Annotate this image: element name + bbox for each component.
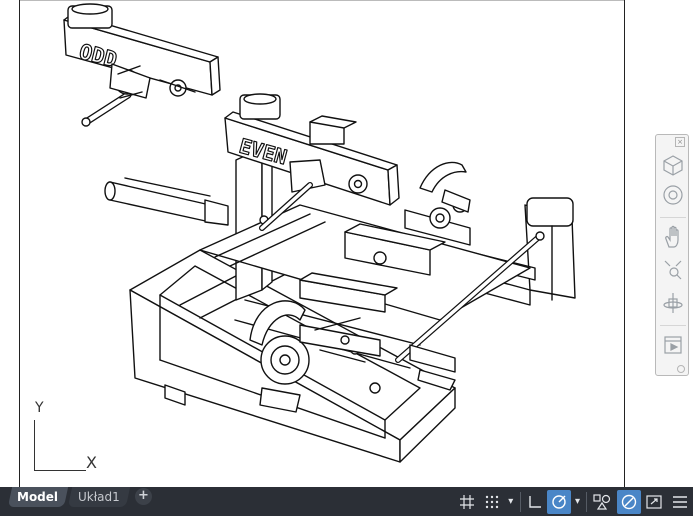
right-toggle-clamp [404, 161, 471, 246]
polar-dropdown[interactable]: ▾ [571, 490, 585, 514]
grid-toggle-button[interactable] [454, 490, 480, 514]
navigation-bar[interactable]: × [655, 134, 689, 376]
grid-icon [459, 494, 474, 509]
tab-layout1[interactable]: Układ1 [67, 487, 131, 507]
ucs-icon: Y X [30, 400, 110, 476]
snap-icon [485, 495, 499, 508]
ucs-x-label: X [86, 453, 97, 472]
isolate-objects-button[interactable] [617, 489, 642, 514]
add-layout-button[interactable]: + [135, 488, 152, 505]
snap-toggle-button[interactable] [480, 490, 504, 514]
model-space-canvas[interactable]: ODD EVEN Y X × [0, 0, 693, 487]
status-bar: Model Układ1 + ▾ ▾ [0, 487, 693, 516]
ucs-y-label: Y [35, 400, 44, 416]
zoom-icon[interactable] [660, 255, 686, 283]
status-tools: ▾ ▾ [454, 487, 693, 516]
snap-dropdown[interactable]: ▾ [504, 490, 518, 514]
isolate-icon [622, 494, 637, 509]
annotation-scale-button[interactable] [589, 490, 615, 514]
polar-icon [551, 494, 566, 509]
ucs-x-axis [34, 470, 86, 471]
navbar-separator [660, 217, 686, 218]
pan-icon[interactable] [660, 223, 686, 251]
tab-layout1-label: Układ1 [78, 490, 120, 504]
ortho-icon [528, 495, 541, 508]
viewcube-icon[interactable] [660, 151, 686, 179]
orbit-icon[interactable] [660, 289, 686, 317]
navbar-options-button[interactable] [677, 365, 685, 373]
odd-bracket-assembly: ODD [63, 3, 221, 127]
status-separator [586, 491, 588, 512]
main-frame [104, 147, 576, 463]
tab-model[interactable]: Model [7, 487, 69, 507]
navbar-separator [660, 325, 686, 326]
fullscreen-icon [646, 494, 662, 509]
polar-toggle-button[interactable] [546, 489, 571, 514]
customization-menu-button[interactable] [667, 490, 693, 514]
steeringwheel-icon[interactable] [660, 181, 686, 209]
showmotion-icon[interactable] [660, 331, 686, 359]
status-separator [519, 491, 521, 512]
ucs-y-axis [34, 420, 35, 470]
fullscreen-button[interactable] [641, 490, 667, 514]
hamburger-menu-icon [673, 495, 688, 508]
navbar-close-button[interactable]: × [675, 137, 685, 147]
ortho-toggle-button[interactable] [523, 490, 547, 514]
tab-model-label: Model [17, 490, 59, 504]
object-snap-tracking-icon [593, 493, 611, 510]
